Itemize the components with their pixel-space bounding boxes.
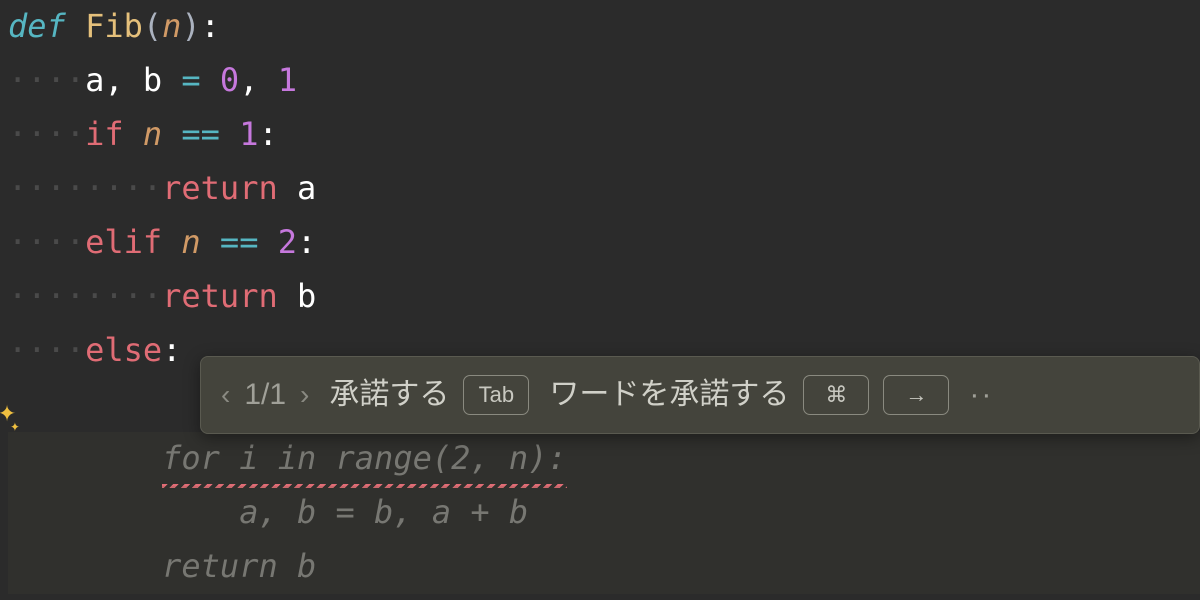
keyword-return: return <box>162 271 278 322</box>
space <box>201 55 220 106</box>
colon: : <box>258 109 277 160</box>
space <box>278 163 297 214</box>
space <box>124 109 143 160</box>
space <box>258 217 277 268</box>
indent: ···· <box>8 55 85 106</box>
suggestion-text: return b <box>162 541 316 592</box>
suggestion-line: return b <box>8 540 1200 594</box>
code-line[interactable]: ····a, b = 0, 1 <box>8 54 1200 108</box>
var-a: a <box>85 55 104 106</box>
suggestion-line: a, b = b, a + b <box>8 486 1200 540</box>
space <box>220 109 239 160</box>
indent: ········ <box>8 163 162 214</box>
code-line[interactable]: ········return b <box>8 270 1200 324</box>
space <box>162 109 181 160</box>
suggestion-text: a, b = b, a + b <box>239 487 528 538</box>
suggestion-counter: 1/1 <box>244 371 286 419</box>
indent <box>8 541 162 592</box>
keyword-elif: elif <box>85 217 162 268</box>
paren-open: ( <box>143 1 162 52</box>
var-b: b <box>297 271 316 322</box>
var-n: n <box>181 217 200 268</box>
code-line[interactable]: def Fib(n): <box>8 0 1200 54</box>
indent: ···· <box>8 325 85 376</box>
space <box>278 271 297 322</box>
var-a: a <box>297 163 316 214</box>
suggestion-text: for i in range(2, n): <box>162 433 567 484</box>
colon: : <box>162 325 181 376</box>
accept-suggestion-button[interactable]: 承諾する Tab <box>329 371 529 419</box>
function-name: Fib <box>85 1 143 52</box>
code-line[interactable]: ········return a <box>8 162 1200 216</box>
indent <box>8 433 162 484</box>
tab-keycap-icon: Tab <box>463 375 529 415</box>
colon: : <box>297 217 316 268</box>
accept-word-button[interactable]: ワードを承諾する ⌘ → <box>549 371 949 419</box>
ai-sparkle-icon: ✦✦ <box>0 388 26 436</box>
keyword-return: return <box>162 163 278 214</box>
inline-suggestion-toolbar[interactable]: ‹ 1/1 › 承諾する Tab ワードを承諾する ⌘ → ·· <box>200 356 1200 434</box>
num-1: 1 <box>239 109 258 160</box>
space <box>162 55 181 106</box>
code-line[interactable]: ····elif n == 2: <box>8 216 1200 270</box>
whitespace <box>66 1 85 52</box>
equals: = <box>181 55 200 106</box>
space <box>162 217 181 268</box>
indent: ···· <box>8 109 85 160</box>
keyword-if: if <box>85 109 124 160</box>
indent: ········ <box>8 271 162 322</box>
var-n: n <box>143 109 162 160</box>
num-2: 2 <box>278 217 297 268</box>
cmd-keycap-icon: ⌘ <box>803 375 869 415</box>
comma: , <box>239 55 258 106</box>
prev-suggestion-icon[interactable]: ‹ <box>221 373 230 418</box>
arrow-keycap-icon: → <box>883 375 949 415</box>
more-icon[interactable]: ·· <box>969 371 993 419</box>
param-n: n <box>162 1 181 52</box>
eq-eq: == <box>220 217 259 268</box>
keyword-def: def <box>8 1 66 52</box>
suggestion-nav: ‹ 1/1 › <box>221 371 309 419</box>
code-line[interactable]: ····if n == 1: <box>8 108 1200 162</box>
next-suggestion-icon[interactable]: › <box>300 373 309 418</box>
space <box>124 55 143 106</box>
indent <box>8 487 239 538</box>
suggestion-line: for i in range(2, n): <box>8 432 1200 486</box>
num-0: 0 <box>220 55 239 106</box>
indent: ···· <box>8 217 85 268</box>
eq-eq: == <box>181 109 220 160</box>
accept-word-label: ワードを承諾する <box>549 371 789 419</box>
comma: , <box>104 55 123 106</box>
num-1: 1 <box>278 55 297 106</box>
space <box>258 55 277 106</box>
space <box>201 217 220 268</box>
var-b: b <box>143 55 162 106</box>
code-editor[interactable]: def Fib(n): ····a, b = 0, 1 ····if n == … <box>0 0 1200 594</box>
colon: : <box>201 1 220 52</box>
keyword-else: else <box>85 325 162 376</box>
paren-close: ) <box>181 1 200 52</box>
accept-label: 承諾する <box>329 371 449 419</box>
